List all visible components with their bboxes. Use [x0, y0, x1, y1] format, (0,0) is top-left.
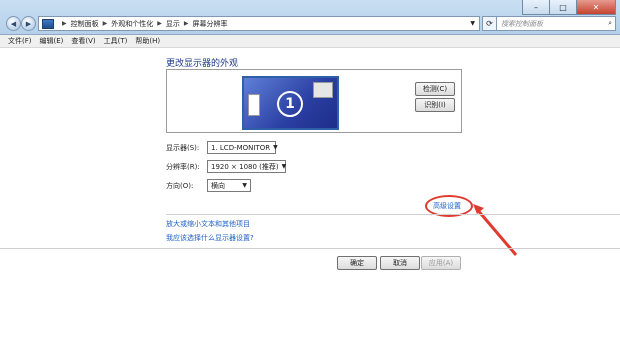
text-size-link[interactable]: 放大或缩小文本和其他项目: [166, 219, 250, 229]
identify-button[interactable]: 识别(I): [415, 98, 455, 112]
cancel-button[interactable]: 取消: [380, 256, 420, 270]
orientation-select-value: 横向: [211, 181, 225, 190]
forward-arrow-icon: ▶: [25, 19, 32, 28]
chevron-down-icon[interactable]: ▼: [470, 20, 475, 27]
page-title: 更改显示器的外观: [166, 59, 239, 69]
search-input[interactable]: 搜索控制面板 ⌕: [496, 16, 616, 31]
address-toolbar: – □ ✕ ◀ ▶ ▶ 控制面板 ▶ 外观和个性化 ▶ 显示 ▶ 屏幕分辨率 ▼…: [0, 0, 620, 35]
resolution-select-value: 1920 × 1080 (推荐): [211, 162, 279, 171]
maximize-button[interactable]: □: [549, 0, 577, 15]
breadcrumb-appearance[interactable]: 外观和个性化: [111, 19, 153, 29]
apply-button[interactable]: 应用(A): [421, 256, 461, 270]
menu-view[interactable]: 查看(V): [71, 36, 95, 46]
monitor-thumbnail[interactable]: 1: [242, 76, 339, 130]
display-preview: 1 检测(C) 识别(I): [166, 69, 462, 133]
help-link[interactable]: 我应该选择什么显示器设置?: [166, 233, 254, 243]
window-icon: [313, 82, 333, 98]
display-select-value: 1. LCD-MONITOR: [211, 143, 271, 152]
orientation-label: 方向(O):: [166, 182, 194, 190]
menu-bar: 文件(F) 编辑(E) 查看(V) 工具(T) 帮助(H): [0, 35, 620, 48]
back-arrow-icon: ◀: [10, 19, 17, 28]
ok-button[interactable]: 确定: [337, 256, 377, 270]
breadcrumb-display[interactable]: 显示: [166, 19, 180, 29]
close-button[interactable]: ✕: [576, 0, 616, 15]
divider: [0, 248, 620, 249]
document-icon: [248, 94, 260, 116]
display-label: 显示器(S):: [166, 144, 200, 152]
back-button[interactable]: ◀: [6, 16, 21, 31]
refresh-icon: ⟳: [486, 19, 493, 28]
menu-file[interactable]: 文件(F): [8, 36, 32, 46]
orientation-select[interactable]: 横向 ▼: [207, 179, 251, 192]
chevron-right-icon: ▶: [62, 20, 67, 27]
breadcrumb-control-panel[interactable]: 控制面板: [71, 19, 99, 29]
resolution-select[interactable]: 1920 × 1080 (推荐) ▼: [207, 160, 286, 173]
forward-button[interactable]: ▶: [21, 16, 36, 31]
minimize-button[interactable]: –: [522, 0, 550, 15]
refresh-button[interactable]: ⟳: [482, 16, 497, 31]
annotation-arrow: [473, 204, 518, 256]
chevron-down-icon: ▼: [281, 163, 287, 170]
menu-help[interactable]: 帮助(H): [135, 36, 160, 46]
resolution-label: 分辨率(R):: [166, 163, 200, 171]
divider: [166, 214, 620, 215]
chevron-right-icon: ▶: [102, 20, 108, 27]
chevron-down-icon: ▼: [242, 182, 247, 189]
breadcrumb: ▶ 控制面板 ▶ 外观和个性化 ▶ 显示 ▶ 屏幕分辨率: [58, 19, 228, 29]
breadcrumb-screen-resolution[interactable]: 屏幕分辨率: [193, 19, 228, 29]
search-placeholder: 搜索控制面板: [501, 19, 543, 28]
menu-edit[interactable]: 编辑(E): [40, 36, 64, 46]
menu-tools[interactable]: 工具(T): [104, 36, 128, 46]
chevron-right-icon: ▶: [183, 20, 189, 27]
monitor-number: 1: [277, 91, 303, 117]
search-icon: ⌕: [608, 19, 612, 27]
window-controls: – □ ✕: [522, 0, 616, 15]
detect-button[interactable]: 检测(C): [415, 82, 455, 96]
display-select[interactable]: 1. LCD-MONITOR ▼: [207, 141, 278, 154]
chevron-down-icon: ▼: [273, 144, 278, 151]
chevron-right-icon: ▶: [157, 20, 162, 27]
address-bar[interactable]: ▶ 控制面板 ▶ 外观和个性化 ▶ 显示 ▶ 屏幕分辨率 ▼: [38, 16, 480, 31]
control-panel-icon: [42, 18, 54, 29]
